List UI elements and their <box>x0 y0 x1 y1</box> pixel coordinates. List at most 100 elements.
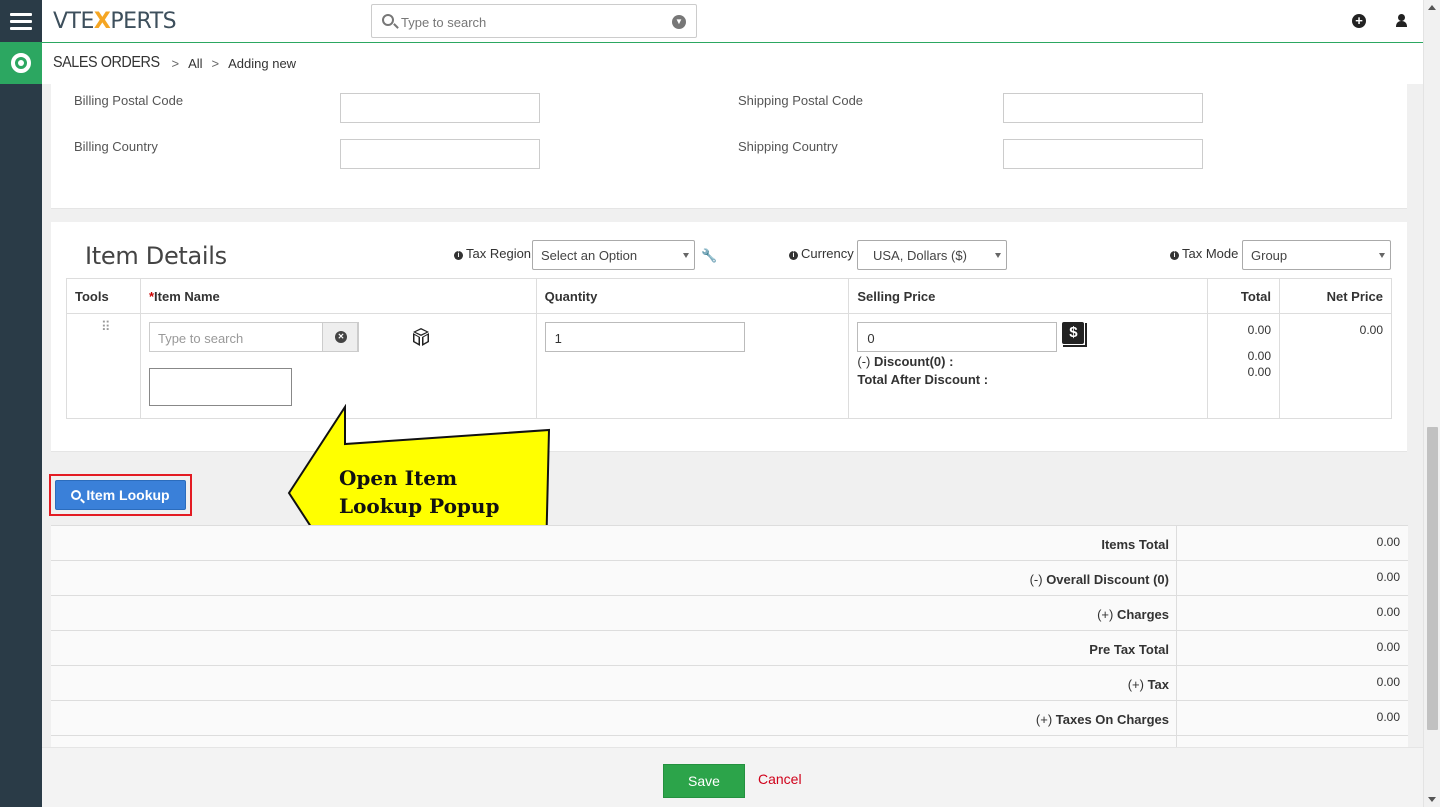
breadcrumb-all[interactable]: All <box>188 56 202 71</box>
net-price-cell: 0.00 <box>1279 313 1392 419</box>
overall-discount-link[interactable]: (-) Overall Discount (0) <box>1030 572 1169 587</box>
item-name-cell: Type to search ✕ <box>139 313 537 419</box>
billing-country-field[interactable] <box>340 139 540 169</box>
dollar-icon[interactable]: $ <box>1062 322 1088 347</box>
breadcrumb: SALES ORDERS > All > Adding new <box>53 54 296 72</box>
totals-row-taxes-on-charges: (+) Taxes On Charges 0.00 <box>51 701 1408 736</box>
scroll-thumb[interactable] <box>1427 427 1438 730</box>
col-net-price: Net Price <box>1279 278 1392 314</box>
currency-label: i Currency <box>789 246 854 261</box>
item-details-section: Item Details i Tax Region Select an Optio… <box>51 222 1407 452</box>
scroll-up-icon[interactable] <box>1428 5 1436 10</box>
module-icon[interactable] <box>0 42 42 84</box>
totals-value: 0.00 <box>1376 570 1400 584</box>
tax-link[interactable]: (+) Tax <box>1128 677 1169 692</box>
tax-mode-select[interactable]: Group <box>1242 240 1391 270</box>
logo[interactable]: VTEXPERTS <box>53 9 177 34</box>
billing-postal-field[interactable] <box>340 93 540 123</box>
total-value: 0.00 <box>1247 323 1272 337</box>
item-lookup-label: Item Lookup <box>86 487 170 503</box>
callout-text: Open Item Lookup Popup <box>339 464 499 520</box>
taxes-on-charges-link[interactable]: (+) Taxes On Charges <box>1036 712 1169 727</box>
chevron-down-icon <box>995 253 1001 258</box>
address-section: Billing Postal Code Shipping Postal Code… <box>51 84 1407 209</box>
totals-row-tax: (+) Tax 0.00 <box>51 666 1408 701</box>
col-tools: Tools <box>66 278 141 314</box>
clear-button[interactable]: ✕ <box>321 322 358 352</box>
col-quantity: Quantity <box>535 278 850 314</box>
info-icon: i <box>1170 251 1179 260</box>
totals-row-partial <box>51 736 1408 747</box>
search-placeholder: Type to search <box>401 15 487 30</box>
totals-row-overall-discount: (-) Overall Discount (0) 0.00 <box>51 561 1408 596</box>
quantity-field[interactable]: 1 <box>544 322 745 352</box>
item-lookup-highlight: Item Lookup <box>49 474 192 516</box>
totals-value: 0.00 <box>1376 675 1400 689</box>
plus-icon[interactable]: + <box>1352 14 1366 28</box>
shipping-country-label: Shipping Country <box>738 139 838 154</box>
col-item-name: *Item Name <box>139 278 537 314</box>
cancel-link[interactable]: Cancel <box>758 771 802 787</box>
dropdown-icon[interactable]: ▼ <box>672 15 686 29</box>
breadcrumb-separator: > <box>211 55 220 71</box>
user-icon[interactable] <box>1395 14 1409 28</box>
selling-price-field[interactable]: 0 <box>857 322 1058 352</box>
totals-row-pre-tax-total: Pre Tax Total 0.00 <box>51 631 1408 666</box>
totals-row-items-total: Items Total 0.00 <box>51 526 1408 561</box>
info-icon: i <box>454 251 463 260</box>
totals-value: 0.00 <box>1376 710 1400 724</box>
totals-value: 0.00 <box>1376 605 1400 619</box>
col-total: Total <box>1207 278 1281 314</box>
table-header-row: Tools *Item Name Quantity Selling Price … <box>66 278 1392 314</box>
billing-postal-label: Billing Postal Code <box>74 93 184 108</box>
item-search-input[interactable]: Type to search ✕ <box>148 322 359 352</box>
col-selling-price: Selling Price <box>848 278 1209 314</box>
breadcrumb-current: Adding new <box>228 55 297 71</box>
callout-line-2: Lookup Popup <box>339 494 500 518</box>
callout-line-1: Open Item <box>339 466 458 490</box>
chevron-down-icon <box>1379 253 1385 258</box>
tools-cell: ⠿ <box>66 313 141 419</box>
line-items-table: Tools *Item Name Quantity Selling Price … <box>66 278 1392 419</box>
net-price-value: 0.00 <box>1359 323 1383 337</box>
drag-handle-icon[interactable]: ⠿ <box>101 320 110 333</box>
scroll-down-icon[interactable] <box>1428 797 1436 802</box>
discount-link[interactable]: (-) Discount(0) : <box>857 354 953 369</box>
menu-icon[interactable] <box>0 0 42 42</box>
breadcrumb-module[interactable]: SALES ORDERS <box>53 54 160 72</box>
search-icon <box>71 490 82 500</box>
charges-link[interactable]: (+) Charges <box>1097 607 1169 622</box>
totals-table: Items Total 0.00 (-) Overall Discount (0… <box>51 525 1408 747</box>
after-discount-value: 0.00 <box>1247 365 1272 379</box>
global-search-input[interactable]: Type to search ▼ <box>371 4 697 38</box>
shipping-country-field[interactable] <box>1003 139 1203 169</box>
shipping-postal-field[interactable] <box>1003 93 1203 123</box>
save-button[interactable]: Save <box>663 764 745 798</box>
breadcrumb-bar: SALES ORDERS > All > Adding new <box>42 43 1423 84</box>
discount-value: 0.00 <box>1247 349 1272 363</box>
breadcrumb-separator: > <box>171 55 180 71</box>
total-after-discount-label: Total After Discount : <box>857 372 989 387</box>
selling-price-cell: 0 $ (-) Discount(0) : Total After Discou… <box>848 313 1209 419</box>
top-bar: VTEXPERTS Type to search ▼ + <box>42 0 1423 43</box>
form-footer: Save Cancel <box>42 747 1423 807</box>
table-row: ⠿ Type to search ✕ 1 0 $ (-) Discount(0)… <box>66 313 1392 419</box>
chevron-down-icon <box>683 253 689 258</box>
info-icon: i <box>789 251 798 260</box>
clear-icon: ✕ <box>334 331 347 343</box>
totals-value: 0.00 <box>1376 640 1400 654</box>
box-icon[interactable] <box>411 327 431 347</box>
scrollbar[interactable] <box>1423 0 1440 807</box>
tax-region-label: i Tax Region <box>454 246 531 261</box>
currency-select[interactable]: USA, Dollars ($) <box>857 240 1007 270</box>
totals-row-charges: (+) Charges 0.00 <box>51 596 1408 631</box>
item-description-textarea[interactable] <box>148 368 292 406</box>
billing-country-label: Billing Country <box>74 139 158 154</box>
tax-region-select[interactable]: Select an Option <box>532 240 695 270</box>
search-icon <box>382 14 394 26</box>
item-lookup-button[interactable]: Item Lookup <box>55 480 186 510</box>
tax-mode-label: i Tax Mode <box>1170 246 1238 261</box>
total-cell: 0.00 0.00 0.00 <box>1207 313 1281 419</box>
wrench-icon[interactable]: 🔧 <box>701 248 717 264</box>
totals-value: 0.00 <box>1376 535 1400 549</box>
